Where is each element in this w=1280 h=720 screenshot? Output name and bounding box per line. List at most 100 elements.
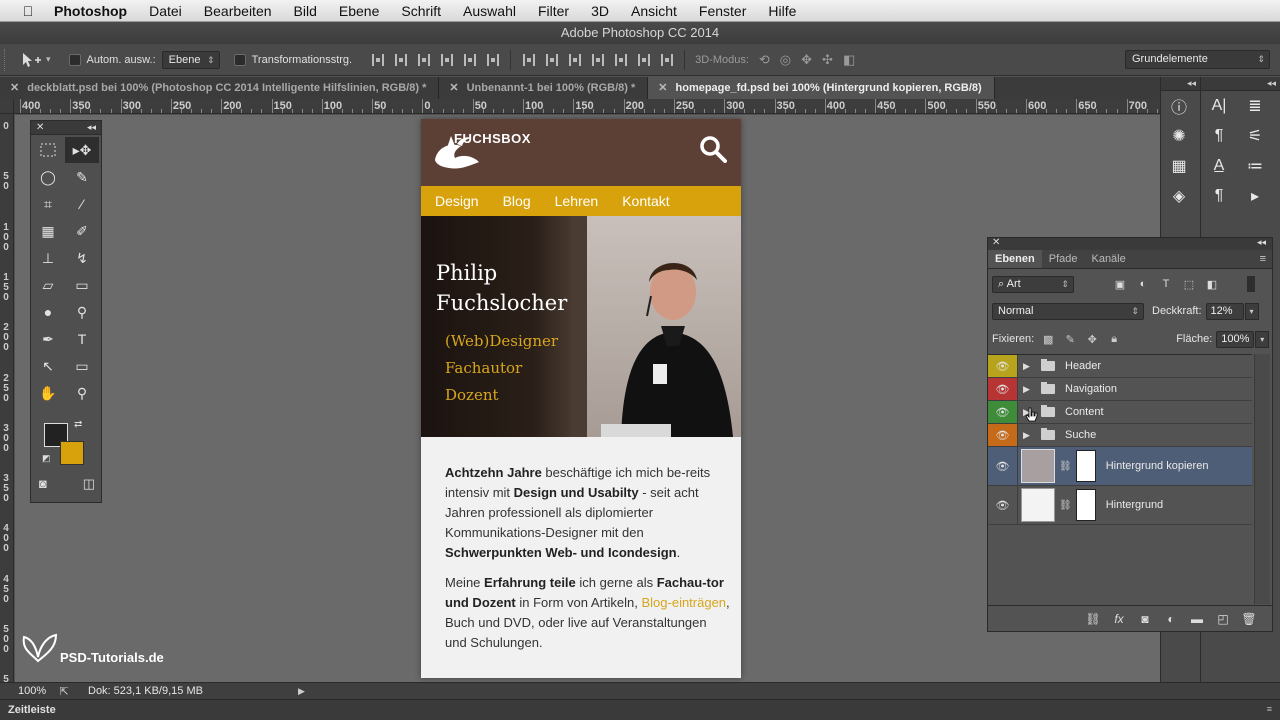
properties-panel-icon[interactable]: ◈ <box>1161 181 1197 211</box>
quick-mask-icon[interactable]: ◙ <box>39 476 47 492</box>
link-chain-icon[interactable]: ⛓︎ <box>1059 461 1072 472</box>
tab-ebenen[interactable]: Ebenen <box>988 250 1042 268</box>
menu-ansicht[interactable]: Ansicht <box>631 3 677 19</box>
nav-blog[interactable]: Blog <box>503 193 531 209</box>
character-styles-icon[interactable]: A̲ <box>1201 151 1237 181</box>
default-colors-icon[interactable]: ◩ <box>42 453 51 464</box>
marquee-tool-icon[interactable] <box>31 137 65 163</box>
layer-hintergrund[interactable]: 👁︎ ⛓︎ Hintergrund <box>988 486 1252 525</box>
lock-position-icon[interactable]: ✥ <box>1084 332 1100 346</box>
healing-brush-tool-icon[interactable]: ▦ <box>31 218 65 244</box>
eyedropper-tool-icon[interactable]: ⁄ <box>65 191 99 217</box>
menu-bild[interactable]: Bild <box>294 3 317 19</box>
new-layer-icon[interactable]: ◰ <box>1210 612 1236 626</box>
distribute-bottom-icon[interactable] <box>565 51 584 69</box>
link-chain-icon[interactable]: ⛓︎ <box>1059 500 1072 511</box>
auto-select-checkbox[interactable] <box>68 53 81 66</box>
layer-thumbnail[interactable] <box>1021 488 1055 522</box>
adjustment-layer-icon[interactable]: ◐ <box>1158 612 1184 626</box>
tab-deckblatt[interactable]: ✕ deckblatt.psd bei 100% (Photoshop CC 2… <box>0 77 440 99</box>
lock-all-icon[interactable]: 🔒︎ <box>1106 332 1122 346</box>
expand-triangle-icon[interactable]: ▶ <box>1023 361 1035 372</box>
workspace-dropdown[interactable]: Grundelemente <box>1125 50 1270 69</box>
auto-select-dropdown[interactable]: Ebene <box>161 50 220 69</box>
opacity-slider-toggle[interactable]: ▾ <box>1244 302 1259 320</box>
align-bottom-icon[interactable] <box>414 51 433 69</box>
3d-roll-icon[interactable]: ◎ <box>780 52 791 68</box>
paragraph-panel-icon[interactable]: ¶ <box>1201 121 1237 151</box>
link-layers-icon[interactable]: ⛓︎ <box>1080 612 1106 626</box>
nav-lehren[interactable]: Lehren <box>555 193 599 209</box>
character-panel-icon[interactable]: A| <box>1201 91 1237 121</box>
menu-bearbeiten[interactable]: Bearbeiten <box>204 3 272 19</box>
hand-tool-icon[interactable]: ✋ <box>31 380 65 406</box>
document-canvas[interactable]: FUCHSBOX Design Blog Lehren Kontakt Phil… <box>421 119 741 678</box>
brush-tool-icon[interactable]: ✐ <box>65 218 99 244</box>
vertical-ruler[interactable]: 0 5 0 1 0 0 1 5 0 2 0 0 2 5 0 3 0 0 3 5 0 4 0 0 4… <box>0 114 14 682</box>
horizontal-ruler[interactable]: 400 350 300 250 200 150 100 50 0 50 100 150 200 250 30… <box>14 99 1160 114</box>
layer-thumbnail[interactable] <box>1021 449 1055 483</box>
layer-filter-dropdown[interactable]: ⌕ Art <box>992 275 1074 293</box>
timeline-menu-icon[interactable]: ≡ <box>1267 704 1272 714</box>
trash-icon[interactable]: 🗑︎ <box>1236 612 1262 626</box>
align-hcenter-icon[interactable] <box>460 51 479 69</box>
3d-rotate-icon[interactable]: ⟲ <box>759 52 770 68</box>
tab-homepage[interactable]: ✕ homepage_fd.psd bei 100% (Hintergrund … <box>648 77 995 99</box>
visibility-eye-icon[interactable]: 👁︎ <box>988 486 1018 524</box>
blend-mode-dropdown[interactable]: Normal <box>992 302 1144 320</box>
tools-panel-header[interactable]: ✕ ◂◂ <box>31 121 101 135</box>
move-tool-icon[interactable]: ▸✥ <box>65 137 99 163</box>
3d-slide-icon[interactable]: ✣ <box>822 52 833 68</box>
menu-app[interactable]: Photoshop <box>54 3 127 19</box>
histogram-panel-icon[interactable]: ▦ <box>1161 151 1197 181</box>
expand-triangle-icon[interactable]: ▶ <box>1023 430 1035 441</box>
color-panel-icon[interactable]: ✺ <box>1161 121 1197 151</box>
zoom-tool-icon[interactable]: ⚲ <box>65 380 99 406</box>
layer-hintergrund-kopieren[interactable]: 👁︎ ⛓︎ Hintergrund kopieren <box>988 447 1252 486</box>
filter-adjustment-icon[interactable]: ◐ <box>1136 277 1150 291</box>
close-icon[interactable]: ✕ <box>658 77 667 99</box>
screen-mode-icon[interactable]: ◫ <box>83 476 95 492</box>
add-mask-icon[interactable]: ◙ <box>1132 612 1158 626</box>
apple-icon[interactable]:  <box>20 3 36 19</box>
fill-input[interactable]: 100% <box>1216 330 1255 348</box>
dock-header[interactable]: ◂◂ <box>1201 77 1280 91</box>
menu-fenster[interactable]: Fenster <box>699 3 746 19</box>
visibility-eye-icon[interactable]: 👁︎ <box>988 378 1018 400</box>
fill-slider-toggle[interactable]: ▾ <box>1255 330 1270 348</box>
align-left-icon[interactable] <box>437 51 456 69</box>
filter-pixel-icon[interactable]: ▣ <box>1113 277 1127 291</box>
distribute-right-icon[interactable] <box>634 51 653 69</box>
background-color-swatch[interactable] <box>60 441 84 465</box>
filter-toggle[interactable] <box>1247 276 1255 292</box>
channels-panel-icon[interactable]: ≔ <box>1237 151 1273 181</box>
status-menu-arrow-icon[interactable]: ▶ <box>298 686 305 697</box>
menu-ebene[interactable]: Ebene <box>339 3 379 19</box>
timeline-label[interactable]: Zeitleiste <box>8 704 56 716</box>
distribute-left-icon[interactable] <box>588 51 607 69</box>
layers-scrollbar[interactable] <box>1254 354 1270 604</box>
lock-image-icon[interactable]: ✎ <box>1062 332 1078 346</box>
clone-stamp-tool-icon[interactable]: ⊥ <box>31 245 65 271</box>
filter-type-icon[interactable]: T <box>1159 277 1173 291</box>
blog-link[interactable]: Blog-einträgen <box>641 595 726 610</box>
close-icon[interactable]: ✕ <box>449 77 458 99</box>
menu-schrift[interactable]: Schrift <box>401 3 441 19</box>
path-selection-tool-icon[interactable]: ↖ <box>31 353 65 379</box>
pen-tool-icon[interactable]: ✒ <box>31 326 65 352</box>
expand-triangle-icon[interactable]: ▶ <box>1023 384 1035 395</box>
new-group-icon[interactable]: ▬ <box>1184 612 1210 626</box>
chevron-down-icon[interactable]: ▾ <box>46 54 51 65</box>
dock-header[interactable]: ◂◂ <box>1161 77 1200 91</box>
align-top-icon[interactable] <box>368 51 387 69</box>
eraser-tool-icon[interactable]: ▱ <box>31 272 65 298</box>
filter-smart-object-icon[interactable]: ◧ <box>1205 277 1219 291</box>
collapse-icon[interactable]: ◂◂ <box>87 121 96 134</box>
menu-auswahl[interactable]: Auswahl <box>463 3 516 19</box>
distribute-vcenter-icon[interactable] <box>542 51 561 69</box>
nav-design[interactable]: Design <box>435 193 479 209</box>
visibility-eye-icon[interactable]: 👁︎ <box>988 424 1018 446</box>
lasso-tool-icon[interactable]: ◯ <box>31 164 65 190</box>
layers-panel-header[interactable]: ✕ ◂◂ <box>988 237 1272 250</box>
move-tool-preset-icon[interactable] <box>18 50 46 70</box>
